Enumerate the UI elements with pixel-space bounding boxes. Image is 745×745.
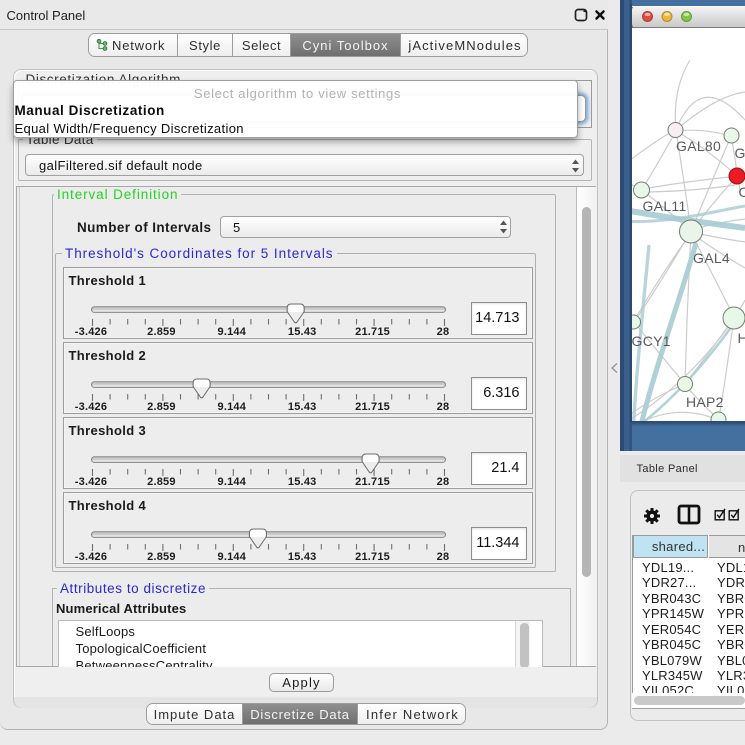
svg-text:21.715: 21.715 (355, 401, 390, 413)
svg-text:28: 28 (437, 551, 450, 563)
svg-text:-3.426: -3.426 (75, 326, 107, 338)
svg-text:9.144: 9.144 (218, 401, 247, 413)
svg-text:28: 28 (437, 476, 450, 488)
svg-text:GAL11: GAL11 (643, 198, 687, 214)
svg-text:2.859: 2.859 (147, 401, 176, 413)
svg-text:C: C (739, 184, 745, 200)
svg-text:H: H (738, 330, 745, 346)
svg-text:9.144: 9.144 (218, 551, 247, 563)
svg-text:21.715: 21.715 (355, 551, 390, 563)
svg-text:15.43: 15.43 (288, 326, 317, 338)
svg-text:28: 28 (437, 401, 450, 413)
svg-text:15.43: 15.43 (288, 551, 317, 563)
svg-text:2.859: 2.859 (147, 551, 176, 563)
svg-text:HAP2: HAP2 (686, 394, 724, 410)
svg-text:-3.426: -3.426 (75, 401, 107, 413)
svg-text:2.859: 2.859 (147, 476, 176, 488)
svg-text:15.43: 15.43 (288, 401, 317, 413)
svg-text:2.859: 2.859 (147, 326, 176, 338)
svg-text:28: 28 (437, 326, 450, 338)
svg-text:-3.426: -3.426 (75, 551, 107, 563)
svg-text:15.43: 15.43 (288, 476, 317, 488)
svg-text:GAL80: GAL80 (676, 138, 721, 154)
svg-text:9.144: 9.144 (218, 326, 247, 338)
svg-text:21.715: 21.715 (355, 326, 390, 338)
svg-text:21.715: 21.715 (355, 476, 390, 488)
svg-text:GCY1: GCY1 (632, 333, 671, 349)
svg-text:-3.426: -3.426 (75, 476, 107, 488)
svg-text:9.144: 9.144 (218, 476, 247, 488)
svg-text:GA: GA (735, 145, 745, 161)
svg-text:GAL4: GAL4 (693, 250, 730, 266)
